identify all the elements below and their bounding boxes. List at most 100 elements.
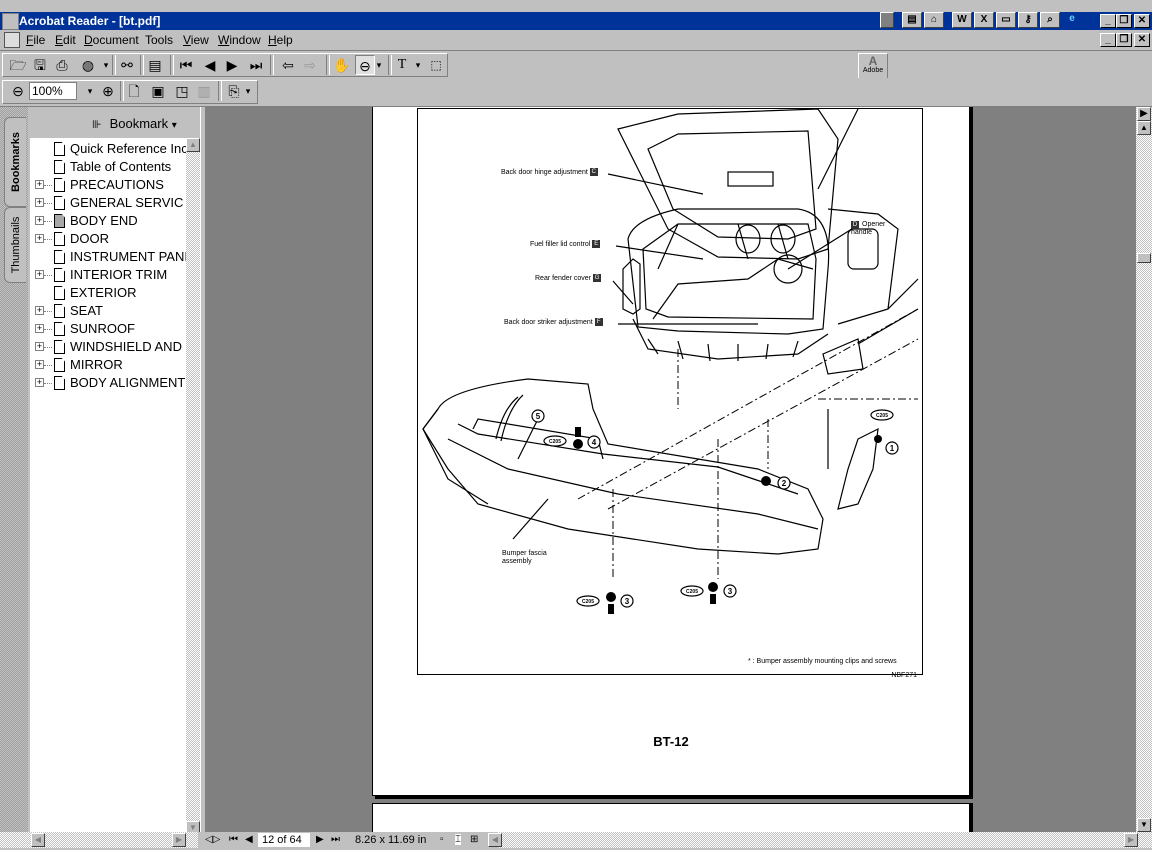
- menu-tools[interactable]: Tools: [145, 33, 173, 47]
- expand-icon[interactable]: +: [35, 360, 44, 369]
- menu-document[interactable]: Document: [84, 33, 139, 47]
- zoom-level-dropdown-icon[interactable]: ▾: [80, 81, 100, 101]
- bookmark-item[interactable]: INSTRUMENT PANI: [30, 248, 186, 266]
- expand-icon[interactable]: +: [35, 198, 44, 207]
- find-icon[interactable]: ⌕: [1040, 12, 1060, 28]
- zoom-tool-dropdown-icon[interactable]: ▾: [373, 55, 385, 75]
- zoom-out-tool-icon[interactable]: ⊖: [355, 55, 375, 75]
- key-icon[interactable]: ⚷: [1018, 12, 1038, 28]
- bookmark-vertical-scrollbar[interactable]: ▲ ▼: [186, 138, 200, 835]
- previous-page-icon[interactable]: ◀: [200, 55, 220, 75]
- menu-edit[interactable]: Edit: [55, 33, 76, 47]
- zoom-out-button[interactable]: ⊖: [8, 81, 28, 101]
- save-icon[interactable]: 🖫: [30, 55, 50, 75]
- expand-icon[interactable]: +: [35, 216, 44, 225]
- expand-icon[interactable]: +: [35, 234, 44, 243]
- bookmark-item[interactable]: Quick Reference Inc: [30, 140, 186, 158]
- next-page-icon[interactable]: ▶: [222, 55, 242, 75]
- bookmark-item[interactable]: + INTERIOR TRIM: [30, 266, 186, 284]
- bookmark-item[interactable]: + PRECAUTIONS: [30, 176, 186, 194]
- menu-file[interactable]: File: [26, 33, 45, 47]
- bookmark-item[interactable]: EXTERIOR: [30, 284, 186, 302]
- reflow-icon[interactable]: ▥: [194, 81, 214, 101]
- nav-scroll-right-icon[interactable]: ▶: [172, 833, 186, 847]
- doc-scroll-right-icon[interactable]: ▶: [1124, 833, 1138, 847]
- open-folder-icon[interactable]: ⌂: [924, 12, 944, 28]
- doc-restore-button[interactable]: ❐: [1116, 33, 1132, 47]
- expand-icon[interactable]: +: [35, 378, 44, 387]
- internet-explorer-icon[interactable]: e: [1062, 12, 1082, 28]
- expand-icon[interactable]: +: [35, 324, 44, 333]
- doc-scroll-left-icon[interactable]: ◀: [488, 833, 502, 847]
- fit-width-icon[interactable]: ◳: [172, 81, 192, 101]
- app-close-button[interactable]: ✕: [1134, 14, 1150, 28]
- rotate-view-icon[interactable]: ⎘: [224, 81, 244, 101]
- office-shortcut-icon[interactable]: [880, 12, 894, 28]
- nav-scroll-left-icon[interactable]: ◀: [31, 833, 45, 847]
- open-icon[interactable]: 🗁: [8, 55, 28, 75]
- bookmark-item[interactable]: + SUNROOF: [30, 320, 186, 338]
- continuous-layout-icon[interactable]: ⌶: [455, 834, 461, 845]
- rotate-dropdown-icon[interactable]: ▾: [242, 81, 254, 101]
- app-restore-button[interactable]: ❐: [1116, 14, 1132, 28]
- scroll-down-arrow-icon[interactable]: ▼: [1137, 818, 1151, 832]
- menu-window[interactable]: Window: [218, 33, 261, 47]
- next-page-arrow-icon[interactable]: ▶: [1137, 107, 1151, 121]
- status-last-page-icon[interactable]: ⏭: [331, 834, 340, 845]
- bookmark-item[interactable]: + WINDSHIELD AND: [30, 338, 186, 356]
- text-select-dropdown-icon[interactable]: ▾: [412, 55, 424, 75]
- expand-icon[interactable]: +: [35, 180, 44, 189]
- doc-close-button[interactable]: ✕: [1134, 33, 1150, 47]
- bookmark-item[interactable]: + DOOR: [30, 230, 186, 248]
- excel-icon[interactable]: X: [974, 12, 994, 28]
- hand-tool-icon[interactable]: ✋: [332, 55, 352, 75]
- page-number-field[interactable]: 12 of 64: [258, 833, 310, 847]
- zoom-level-input[interactable]: 100%: [29, 82, 77, 100]
- scroll-thumb[interactable]: [1137, 253, 1151, 263]
- tab-bookmarks[interactable]: Bookmarks: [4, 117, 26, 207]
- page-layout-toggle-icon[interactable]: ◁▷: [205, 834, 220, 845]
- facing-pages-layout-icon[interactable]: ⊞: [470, 834, 478, 845]
- status-previous-page-icon[interactable]: ◀: [245, 834, 253, 845]
- show-navigation-pane-icon[interactable]: ▤: [145, 55, 165, 75]
- go-back-icon[interactable]: ⇦: [278, 55, 298, 75]
- text-select-tool-icon[interactable]: T: [392, 55, 412, 75]
- fit-in-window-icon[interactable]: ▣: [148, 81, 168, 101]
- scroll-up-arrow-icon[interactable]: ▲: [1137, 121, 1151, 135]
- bookmark-item[interactable]: + BODY ALIGNMENT: [30, 374, 186, 392]
- status-next-page-icon[interactable]: ▶: [316, 834, 324, 845]
- new-document-icon[interactable]: ▤: [902, 12, 922, 28]
- app-minimize-button[interactable]: _: [1100, 14, 1116, 28]
- zoom-in-button[interactable]: ⊕: [98, 81, 118, 101]
- document-vertical-scrollbar[interactable]: ▶ ▲ ▼: [1136, 107, 1152, 832]
- email-icon[interactable]: ◍: [78, 55, 98, 75]
- go-forward-icon[interactable]: ⇨: [300, 55, 320, 75]
- bookmark-item[interactable]: + BODY END: [30, 212, 186, 230]
- expand-icon[interactable]: +: [35, 342, 44, 351]
- bookmark-menu-button[interactable]: ⊪ Bookmark ▾: [92, 116, 177, 131]
- bookmark-item[interactable]: + GENERAL SERVIC: [30, 194, 186, 212]
- bookmark-item[interactable]: Table of Contents: [30, 158, 186, 176]
- adobe-logo-button[interactable]: A Adobe: [858, 53, 888, 79]
- status-first-page-icon[interactable]: ⏮: [229, 834, 238, 845]
- tab-thumbnails[interactable]: Thumbnails: [4, 207, 26, 283]
- doc-minimize-button[interactable]: _: [1100, 33, 1116, 47]
- acrobat-app-icon[interactable]: [2, 13, 19, 30]
- last-page-icon[interactable]: ⏭: [246, 55, 266, 75]
- actual-size-icon[interactable]: 🗋: [124, 81, 144, 101]
- first-page-icon[interactable]: ⏮: [176, 55, 196, 75]
- expand-icon[interactable]: +: [35, 306, 44, 315]
- powerpoint-icon[interactable]: ▭: [996, 12, 1016, 28]
- graphics-select-tool-icon[interactable]: ⬚: [426, 55, 446, 75]
- bookmark-item[interactable]: + SEAT: [30, 302, 186, 320]
- expand-icon[interactable]: +: [35, 270, 44, 279]
- scroll-up-arrow-icon[interactable]: ▲: [186, 138, 200, 152]
- document-menu-icon[interactable]: [4, 32, 20, 48]
- menu-help[interactable]: Help: [268, 33, 293, 47]
- menu-view[interactable]: View: [183, 33, 209, 47]
- print-icon[interactable]: ⎙: [52, 55, 72, 75]
- bookmark-item[interactable]: + MIRROR: [30, 356, 186, 374]
- single-page-layout-icon[interactable]: ▫: [440, 834, 444, 845]
- word-icon[interactable]: W: [952, 12, 972, 28]
- find-binoculars-icon[interactable]: ⚯: [117, 55, 137, 75]
